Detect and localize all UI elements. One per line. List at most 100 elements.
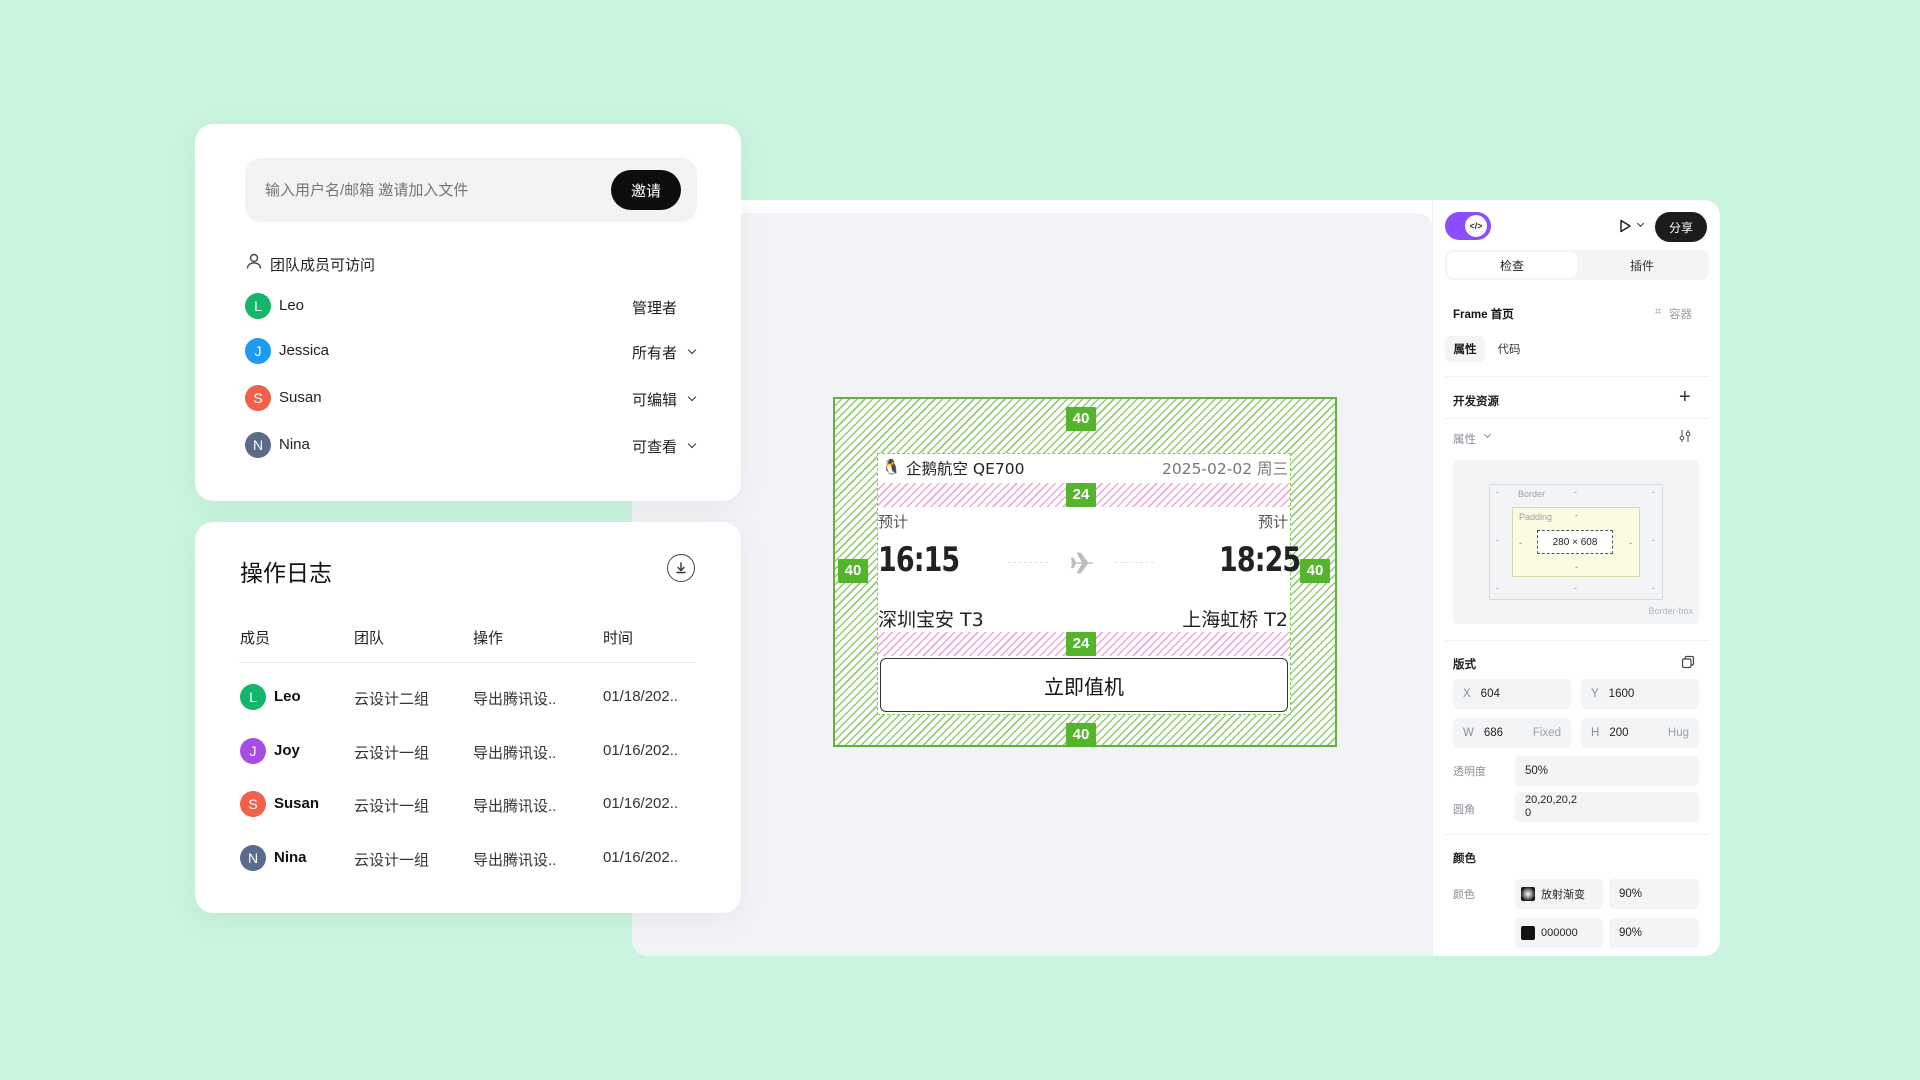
arrive-time: 18:25 [1219, 540, 1301, 580]
design-canvas[interactable]: 40 40 40 40 🐧 企鹅航空 QE700 2025-02-02 周三 2… [632, 213, 1432, 956]
tab-plugin[interactable]: 插件 [1577, 252, 1707, 278]
member-role-dropdown[interactable]: 可编辑 [632, 389, 697, 410]
row-action: 导出腾讯设.. [473, 745, 557, 762]
flight-card[interactable]: 🐧 企鹅航空 QE700 2025-02-02 周三 24 预计 预计 16:1… [877, 453, 1301, 715]
code-icon: </> [1465, 215, 1487, 237]
dev-mode-toggle[interactable]: </> [1445, 212, 1491, 240]
x-value: 604 [1480, 688, 1500, 700]
padding-left-value: - [1519, 538, 1522, 548]
properties-chevron-icon[interactable] [1483, 430, 1492, 439]
row-time: 01/16/202.. [603, 742, 679, 759]
airline-logo-icon: 🐧 [882, 458, 901, 476]
border-right-value: - [1652, 535, 1655, 545]
divider [1445, 376, 1709, 377]
col-header-action: 操作 [473, 630, 504, 647]
member-name: Jessica [279, 342, 330, 359]
opacity-value: 50% [1525, 765, 1549, 777]
radial-gradient-swatch[interactable] [1521, 887, 1535, 901]
fill1-field[interactable]: 放射渐变 [1515, 879, 1603, 909]
member-role-dropdown[interactable]: 可查看 [632, 436, 697, 457]
h-field[interactable]: H 200 Hug [1581, 718, 1699, 748]
subtab-code[interactable]: 代码 [1489, 336, 1529, 362]
airplane-icon [1070, 552, 1093, 574]
row-time: 01/16/202.. [603, 849, 679, 866]
frame-container-icon: ⌗ [1655, 306, 1662, 318]
row-team: 云设计二组 [354, 691, 430, 708]
tab-inspect[interactable]: 检查 [1447, 252, 1577, 278]
h-value: 200 [1609, 727, 1629, 739]
chevron-down-icon[interactable] [687, 392, 697, 401]
share-button[interactable]: 分享 [1655, 212, 1707, 242]
gap-bottom-tag: 24 [1066, 632, 1096, 656]
header-divider [239, 662, 695, 663]
y-value: 1600 [1608, 688, 1635, 700]
frame-container-type: 容器 [1669, 309, 1692, 321]
table-row: L Leo 云设计二组 导出腾讯设.. 01/18/202.. [240, 682, 696, 712]
black-swatch[interactable] [1521, 926, 1535, 940]
fill2-opacity-field[interactable]: 90% [1609, 918, 1699, 948]
member-role-dropdown: 管理者 [632, 297, 677, 318]
fill2-name: 000000 [1541, 927, 1578, 939]
member-role-dropdown[interactable]: 所有者 [632, 342, 697, 363]
padding-bottom-tag: 40 [1066, 723, 1096, 747]
x-field[interactable]: X 604 [1453, 679, 1571, 709]
checkin-button[interactable]: 立即值机 [880, 658, 1288, 712]
log-title: 操作日志 [240, 560, 332, 586]
opacity-label: 透明度 [1453, 766, 1486, 778]
radius-field[interactable]: 20,20,20,2 0 [1515, 792, 1699, 822]
padding-right-value: - [1629, 538, 1632, 548]
properties-dropdown[interactable]: 属性 [1453, 431, 1476, 447]
padding-right-tag: 40 [1300, 559, 1330, 583]
fill2-opacity: 90% [1619, 927, 1643, 939]
table-row: N Nina 云设计一组 导出腾讯设.. 01/16/202.. [240, 843, 696, 873]
member-name: Leo [279, 297, 305, 314]
copy-icon[interactable] [1681, 655, 1695, 669]
border-right-top-value: - [1652, 487, 1655, 497]
padding-top-tag: 40 [1066, 407, 1096, 431]
invite-button[interactable]: 邀请 [611, 170, 681, 210]
airline-flight-number: 企鹅航空 QE700 [906, 460, 1025, 478]
box-padding-area: Padding - - - - 280 × 608 [1512, 507, 1640, 577]
divider [1445, 834, 1709, 835]
play-icon[interactable] [1618, 219, 1632, 233]
layout-title: 版式 [1453, 659, 1476, 671]
y-label: Y [1591, 688, 1599, 700]
subtab-properties[interactable]: 属性 [1445, 336, 1485, 362]
border-left-top-value: - [1496, 487, 1499, 497]
add-resource-icon[interactable]: + [1679, 386, 1691, 409]
play-dropdown-chevron-icon[interactable] [1636, 219, 1645, 228]
row-team: 云设计一组 [354, 852, 430, 869]
fill2-field[interactable]: 000000 [1515, 918, 1603, 948]
w-mode: Fixed [1532, 727, 1561, 739]
depart-airport: 深圳宝安 T3 [878, 609, 984, 631]
member-role: 可编辑 [632, 392, 678, 409]
box-border-label: Border [1518, 489, 1546, 499]
w-value: 686 [1483, 727, 1504, 739]
flight-date: 2025-02-02 周三 [1161, 460, 1288, 478]
avatar: J [245, 338, 271, 364]
fill1-opacity-field[interactable]: 90% [1609, 879, 1699, 909]
y-field[interactable]: Y 1600 [1581, 679, 1699, 709]
chevron-down-icon[interactable] [687, 345, 697, 354]
table-row: J Joy 云设计一组 导出腾讯设.. 01/16/202.. [240, 736, 696, 766]
arrive-airport: 上海虹桥 T2 [1182, 609, 1288, 631]
download-icon[interactable] [667, 554, 695, 582]
w-field[interactable]: W 686 Fixed [1453, 718, 1571, 748]
row-team: 云设计一组 [354, 798, 430, 815]
invite-input-container: 邀请 [245, 158, 697, 222]
h-label: H [1591, 727, 1600, 739]
border-left-bottom-value: - [1496, 583, 1499, 593]
opacity-field[interactable]: 50% [1515, 756, 1699, 786]
row-member: Leo [274, 688, 301, 705]
member-row: L Leo 管理者 [245, 291, 697, 321]
divider [1445, 418, 1709, 419]
avatar: N [240, 845, 266, 871]
member-role: 所有者 [632, 345, 678, 362]
adjust-settings-icon[interactable] [1677, 428, 1693, 444]
dev-resources-title: 开发资源 [1453, 396, 1499, 408]
x-label: X [1463, 688, 1471, 700]
chevron-down-icon[interactable] [687, 439, 697, 448]
border-left-value: - [1496, 535, 1499, 545]
invite-input[interactable] [265, 174, 595, 206]
padding-bottom-value: - [1575, 562, 1578, 572]
